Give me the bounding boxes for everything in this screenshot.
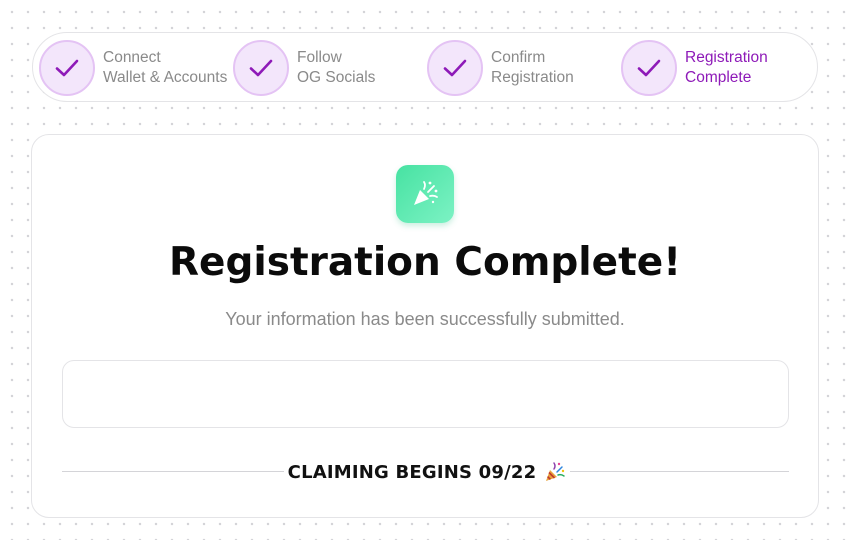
step-label-line2: OG Socials: [297, 69, 376, 86]
page-title: Registration Complete!: [169, 240, 681, 285]
registration-stepper: Connect Wallet & Accounts Follow OG Soci…: [32, 32, 818, 102]
step-label-line2: Registration: [491, 69, 574, 86]
party-popper-icon: [396, 165, 454, 223]
step-check-circle: [621, 40, 677, 96]
success-message: Your information has been successfully s…: [225, 309, 625, 329]
step-check-circle: [233, 40, 289, 96]
step-label: Follow OG Socials: [297, 48, 375, 88]
step-label-active: Registration Complete: [685, 48, 768, 88]
step-check-circle: [39, 40, 95, 96]
step-label-line1: Registration: [685, 49, 768, 66]
step-confirm-registration: Confirm Registration: [427, 39, 574, 97]
step-label-line1: Confirm: [491, 49, 546, 66]
step-label-line1: Connect: [103, 49, 161, 66]
claim-date-text: CLAIMING BEGINS 09/22: [287, 461, 537, 483]
registration-complete-card: Registration Complete! Your information …: [31, 134, 819, 518]
step-connect-wallet: Connect Wallet & Accounts: [39, 39, 227, 97]
party-popper-icon: [544, 461, 566, 483]
step-check-circle: [427, 40, 483, 96]
check-icon: [637, 59, 661, 77]
check-icon: [249, 59, 273, 77]
claim-date-banner: CLAIMING BEGINS 09/22: [287, 459, 566, 485]
step-label-line2: Complete: [685, 69, 752, 86]
step-label: Connect Wallet & Accounts: [103, 48, 227, 88]
info-panel: [62, 360, 789, 428]
step-label-line2: Wallet & Accounts: [103, 69, 228, 86]
check-icon: [443, 59, 467, 77]
step-registration-complete: Registration Complete: [621, 39, 768, 97]
step-label: Confirm Registration: [491, 48, 574, 88]
step-label-line1: Follow: [297, 49, 342, 66]
check-icon: [55, 59, 79, 77]
step-follow-socials: Follow OG Socials: [233, 39, 375, 97]
divider-right: [570, 471, 789, 472]
divider-left: [62, 471, 284, 472]
